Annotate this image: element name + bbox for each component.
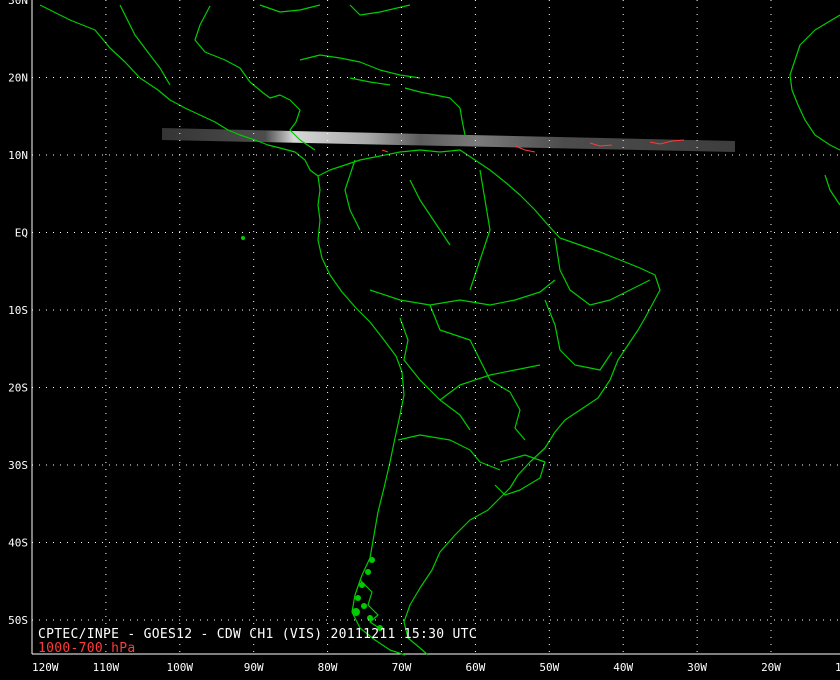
lat-label: 50S [8,614,28,627]
lon-label: 70W [392,661,412,674]
lon-label: 120W [32,661,59,674]
lat-label: 20S [8,382,28,395]
lon-label: 20W [761,661,781,674]
pressure-level-caption: 1000-700 hPa [38,641,136,656]
lat-label: 30S [8,459,28,472]
lon-label: 30W [687,661,707,674]
lon-label: 10W [835,661,840,674]
product-caption: CPTEC/INPE - GOES12 - CDW CH1 (VIS) 2011… [38,627,477,642]
lat-label: 30N [8,0,28,7]
lon-label: 90W [244,661,264,674]
lat-label: 10S [8,304,28,317]
lon-label: 40W [613,661,633,674]
lat-label: 20N [8,72,28,85]
lon-label: 100W [167,661,194,674]
lon-label: 60W [465,661,485,674]
lat-label: 10N [8,149,28,162]
lon-label: 110W [93,661,120,674]
lon-label: 80W [318,661,338,674]
satellite-map: 30N 20N 10N EQ 10S 20S 30S 40S 50S 120W 110W 100W 9… [0,0,840,680]
lat-label: EQ [15,227,28,240]
lon-label: 50W [539,661,559,674]
lat-label: 40S [8,537,28,550]
